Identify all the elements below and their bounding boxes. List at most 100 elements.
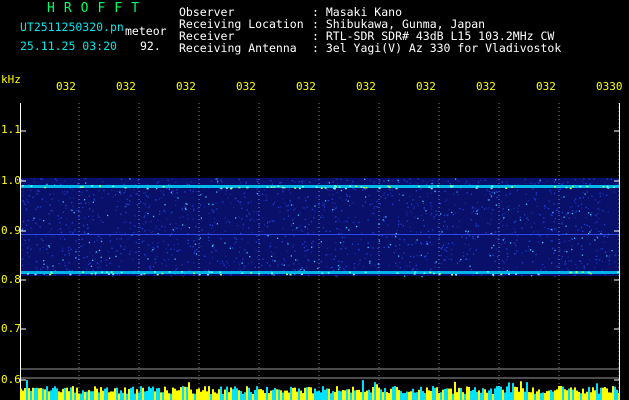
noise-speck bbox=[446, 228, 448, 230]
level-bar bbox=[608, 392, 610, 400]
noise-speck bbox=[465, 237, 467, 239]
noise-speck bbox=[97, 214, 99, 216]
signal-spark bbox=[363, 186, 366, 189]
level-bar bbox=[116, 387, 118, 400]
noise-speck bbox=[430, 202, 432, 204]
noise-speck bbox=[307, 259, 309, 261]
noise-speck bbox=[530, 275, 533, 277]
level-bar bbox=[146, 390, 148, 400]
noise-speck bbox=[550, 214, 552, 216]
noise-speck bbox=[239, 246, 241, 248]
level-bar bbox=[548, 390, 550, 400]
noise-speck bbox=[444, 249, 446, 251]
noise-speck bbox=[200, 245, 202, 248]
level-bar bbox=[396, 386, 398, 400]
noise-speck bbox=[560, 258, 563, 261]
noise-speck bbox=[571, 206, 573, 208]
noise-speck bbox=[154, 261, 156, 264]
signal-spark bbox=[82, 271, 85, 273]
level-bar bbox=[276, 389, 278, 400]
level-bar bbox=[292, 387, 294, 400]
noise-speck bbox=[88, 195, 90, 197]
noise-speck bbox=[86, 256, 88, 258]
noise-speck bbox=[409, 178, 411, 180]
noise-speck bbox=[288, 205, 290, 207]
noise-speck bbox=[80, 202, 82, 205]
noise-speck bbox=[352, 222, 354, 224]
y-tick-label: 0.6 bbox=[1, 373, 21, 386]
noise-speck bbox=[443, 259, 445, 261]
noise-speck bbox=[85, 182, 87, 184]
noise-speck bbox=[601, 209, 603, 212]
noise-speck bbox=[534, 199, 536, 201]
noise-speck bbox=[395, 236, 397, 238]
noise-speck bbox=[603, 223, 606, 226]
level-bar bbox=[222, 393, 224, 400]
noise-speck bbox=[430, 214, 432, 216]
noise-speck bbox=[563, 196, 565, 198]
noise-speck bbox=[445, 250, 448, 252]
noise-speck bbox=[466, 181, 468, 183]
level-bar bbox=[44, 389, 46, 400]
noise-speck bbox=[184, 207, 187, 209]
noise-speck bbox=[210, 180, 213, 182]
level-bar bbox=[100, 387, 102, 400]
noise-speck bbox=[111, 247, 113, 249]
noise-speck bbox=[156, 182, 158, 184]
noise-speck bbox=[195, 225, 197, 228]
level-bar bbox=[186, 386, 188, 400]
level-bar bbox=[618, 392, 620, 400]
noise-speck bbox=[516, 266, 518, 269]
noise-speck bbox=[139, 201, 142, 203]
noise-speck bbox=[545, 206, 547, 209]
noise-speck bbox=[224, 242, 226, 244]
noise-speck bbox=[193, 188, 195, 190]
noise-speck bbox=[188, 227, 190, 229]
noise-speck bbox=[79, 211, 81, 213]
noise-speck bbox=[261, 231, 263, 233]
signal-spark bbox=[302, 186, 304, 188]
noise-speck bbox=[36, 223, 38, 225]
app-brand: HROFFT bbox=[47, 1, 148, 16]
noise-speck bbox=[192, 218, 194, 220]
level-bar bbox=[174, 388, 176, 400]
level-bar bbox=[612, 386, 614, 400]
noise-speck bbox=[306, 266, 308, 268]
level-bar bbox=[484, 389, 486, 400]
noise-speck bbox=[70, 248, 72, 250]
noise-speck bbox=[247, 242, 249, 244]
noise-speck bbox=[266, 222, 269, 224]
noise-speck bbox=[432, 229, 434, 231]
noise-speck bbox=[289, 201, 292, 203]
noise-speck bbox=[143, 216, 145, 218]
noise-speck bbox=[94, 258, 96, 260]
noise-speck bbox=[65, 224, 67, 226]
noise-speck bbox=[477, 181, 480, 183]
noise-speck bbox=[584, 193, 586, 195]
noise-speck bbox=[109, 262, 111, 264]
signal-spark bbox=[486, 271, 489, 273]
noise-speck bbox=[587, 197, 590, 199]
signal-spark bbox=[277, 185, 280, 187]
level-bar bbox=[272, 389, 274, 400]
noise-speck bbox=[362, 205, 364, 207]
noise-speck bbox=[491, 191, 494, 193]
noise-speck bbox=[410, 255, 412, 257]
noise-speck bbox=[310, 251, 313, 253]
level-bar bbox=[420, 386, 422, 400]
noise-speck bbox=[187, 242, 189, 245]
noise-speck bbox=[185, 208, 187, 211]
noise-speck bbox=[194, 249, 196, 251]
level-bar bbox=[110, 391, 112, 400]
noise-speck bbox=[75, 248, 77, 251]
level-bar bbox=[270, 390, 272, 400]
noise-speck bbox=[171, 193, 173, 195]
level-bar bbox=[188, 382, 190, 400]
noise-speck bbox=[347, 217, 349, 219]
noise-speck bbox=[345, 265, 347, 268]
noise-speck bbox=[266, 226, 269, 228]
noise-speck bbox=[349, 195, 351, 197]
level-bar bbox=[182, 386, 184, 400]
noise-speck bbox=[425, 183, 428, 185]
noise-speck bbox=[39, 248, 41, 250]
